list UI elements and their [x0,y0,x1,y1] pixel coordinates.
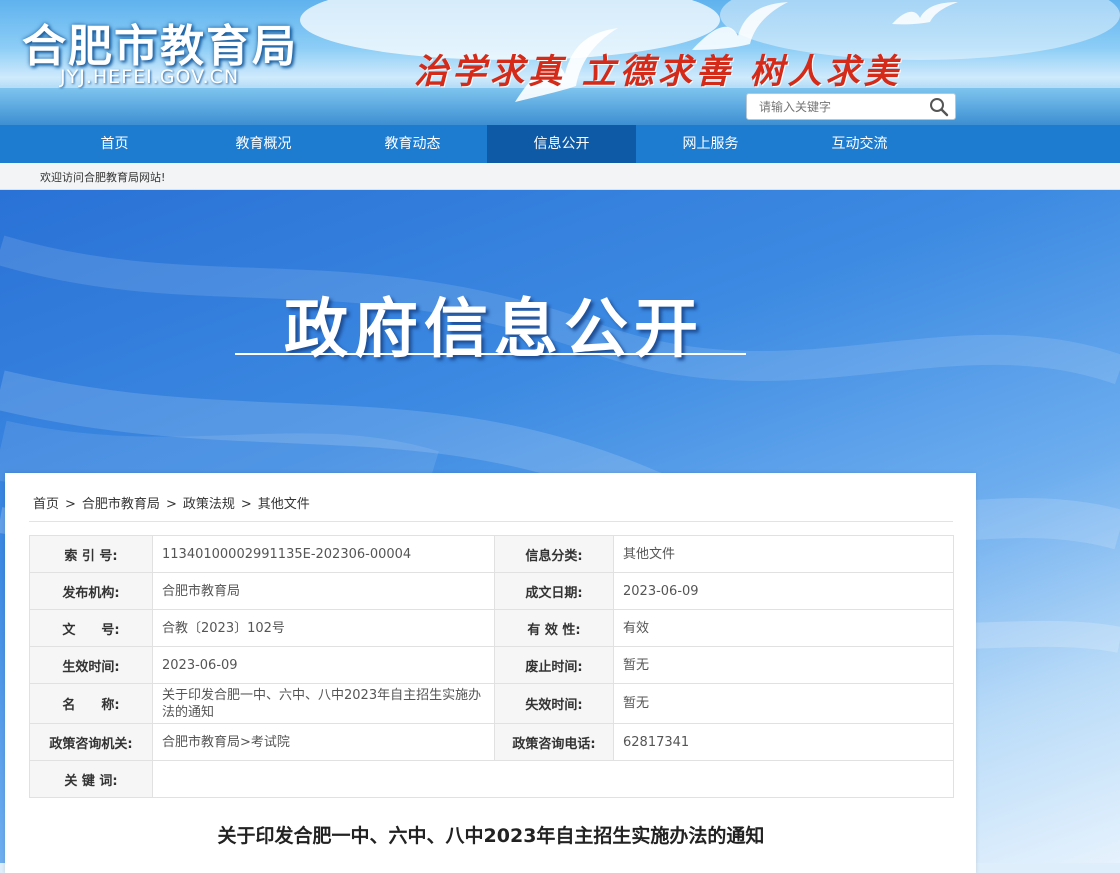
divider [29,521,953,522]
search-input[interactable] [747,94,925,119]
label-expiry-date: 失效时间: [494,683,614,724]
document-title: 关于印发合肥一中、六中、八中2023年自主招生实施办法的通知 [217,825,765,847]
site-logo[interactable]: 合肥市教育局 [22,10,298,74]
breadcrumb-other-files[interactable]: 其他文件 [258,497,310,512]
search-box [746,93,956,120]
value-doc-number: 合教〔2023〕102号 [152,609,495,647]
site-header: 合肥市教育局 JYJ.HEFEI.GOV.CN 治学求真 立德求善 树人求美 [0,0,1120,125]
value-written-date: 2023-06-09 [613,572,954,610]
label-doc-name: 名 称: [29,683,153,724]
value-publisher: 合肥市教育局 [152,572,495,610]
value-info-category: 其他文件 [613,535,954,573]
welcome-bar: 欢迎访问合肥教育局网站! [0,163,1120,190]
search-icon[interactable] [929,97,949,117]
label-validity: 有 效 性: [494,609,614,647]
main-nav: 首页 教育概况 教育动态 信息公开 网上服务 互动交流 [0,125,1120,163]
table-row: 发布机构: 合肥市教育局 成文日期: 2023-06-09 [29,572,954,610]
value-repeal-date: 暂无 [613,646,954,684]
label-repeal-date: 废止时间: [494,646,614,684]
label-publisher: 发布机构: [29,572,153,610]
label-effective-date: 生效时间: [29,646,153,684]
table-row: 政策咨询机关: 合肥市教育局>考试院 政策咨询电话: 62817341 [29,723,954,761]
table-row: 关 键 词: [29,760,954,798]
content-card: 首页 > 合肥市教育局 > 政策法规 > 其他文件 索 引 号: 1134010000299… [5,473,976,873]
nav-item-info-disclosure[interactable]: 信息公开 [487,125,636,163]
label-index-number: 索 引 号: [29,535,153,573]
nav-item-online-service[interactable]: 网上服务 [636,125,785,163]
breadcrumb-home[interactable]: 首页 [33,497,59,512]
nav-item-news[interactable]: 教育动态 [338,125,487,163]
breadcrumb-separator: > [65,497,76,512]
value-consult-office: 合肥市教育局>考试院 [152,723,495,761]
table-row: 文 号: 合教〔2023〕102号 有 效 性: 有效 [29,609,954,647]
label-consult-office: 政策咨询机关: [29,723,153,761]
value-consult-phone: 62817341 [613,723,954,761]
table-row: 索 引 号: 11340100002991135E-202306-00004 信… [29,535,954,573]
nav-item-overview[interactable]: 教育概况 [189,125,338,163]
table-row: 生效时间: 2023-06-09 废止时间: 暂无 [29,646,954,684]
breadcrumb: 首页 > 合肥市教育局 > 政策法规 > 其他文件 [33,493,310,512]
value-index-number: 11340100002991135E-202306-00004 [152,535,495,573]
nav-item-interaction[interactable]: 互动交流 [785,125,934,163]
breadcrumb-bureau[interactable]: 合肥市教育局 [82,497,160,512]
breadcrumb-separator: > [240,497,252,512]
value-validity: 有效 [613,609,954,647]
site-slogan: 治学求真 立德求善 树人求美 [414,52,902,92]
label-written-date: 成文日期: [494,572,614,610]
label-keywords: 关 键 词: [29,760,153,798]
banner-title: 政府信息公开 [284,293,704,367]
nav-item-home[interactable]: 首页 [40,125,189,163]
banner-underline [235,353,746,355]
value-keywords [152,760,954,798]
value-expiry-date: 暂无 [613,683,954,724]
label-consult-phone: 政策咨询电话: [494,723,614,761]
swan-icon [892,2,958,25]
breadcrumb-separator: > [165,497,177,512]
site-url: JYJ.HEFEI.GOV.CN [60,66,240,88]
value-effective-date: 2023-06-09 [152,646,495,684]
info-table: 索 引 号: 11340100002991135E-202306-00004 信… [29,535,954,798]
welcome-text: 欢迎访问合肥教育局网站! [40,171,166,184]
value-doc-name: 关于印发合肥一中、六中、八中2023年自主招生实施办法的通知 [152,683,495,724]
label-info-category: 信息分类: [494,535,614,573]
table-row: 名 称: 关于印发合肥一中、六中、八中2023年自主招生实施办法的通知 失效时间… [29,683,954,724]
label-doc-number: 文 号: [29,609,153,647]
breadcrumb-policies[interactable]: 政策法规 [183,497,235,512]
